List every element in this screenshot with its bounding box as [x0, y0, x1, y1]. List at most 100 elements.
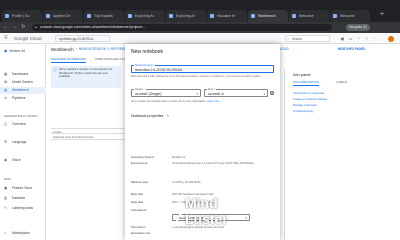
prop-label: Permission — [131, 225, 146, 229]
sidebar-item-language[interactable]: ☰ Language — [0, 139, 46, 146]
gcp-logo[interactable]: Google Cloud — [14, 36, 42, 41]
zone-label: Zone * — [207, 87, 217, 91]
favicon-icon — [251, 14, 255, 18]
favicon-icon — [46, 14, 50, 18]
browser-tab[interactable]: Top Exploits — [84, 10, 124, 22]
sidebar-item-model-garden[interactable]: ✿ Model Garden — [0, 79, 46, 86]
language-icon: ☰ — [4, 140, 8, 144]
filter-bar[interactable]: ≡ Filter — [51, 128, 131, 134]
browser-tab-active[interactable]: Workbench — [248, 10, 288, 22]
prop-label: Subnetwork — [131, 208, 147, 212]
zone-select[interactable]: Zone * us-west1-b ▾ — [204, 87, 268, 97]
prop-label: Data disk — [131, 200, 144, 204]
prop-label: Environment — [131, 161, 148, 165]
vision-icon: ◉ — [4, 158, 8, 162]
browser-tab[interactable]: Exploring Ar — [166, 10, 206, 22]
dataset-icon: ▥ — [4, 196, 8, 200]
favicon-icon — [169, 14, 173, 18]
edit-icon[interactable]: ✎ — [166, 114, 169, 118]
sidebar-item-feature-store[interactable]: ▣ Feature Store — [0, 185, 46, 192]
gcp-header: ≡ Google Cloud synthetic-pg-23-0b701d...… — [0, 33, 400, 44]
more-icon[interactable]: ⋮ — [372, 36, 377, 41]
reload-icon[interactable]: ↻ — [20, 24, 27, 31]
market-icon: ⌂ — [4, 231, 7, 235]
prop-value: 4 vCPUs, 15 GB RAM — [172, 180, 201, 184]
doc-link[interactable]: Manage notebooks — [293, 103, 317, 107]
browser-tab[interactable]: Welcome — [330, 10, 370, 22]
zone-value: us-west1-b — [208, 92, 224, 96]
notebook-name-label: Notebook name * — [134, 63, 156, 67]
doc-link[interactable]: Introduction to notebooks — [293, 91, 324, 95]
sidebar-item-pipelines[interactable]: ⋔ Pipelines — [0, 95, 46, 102]
info-panel-title: Info panel — [293, 72, 311, 77]
label-icon: ✎ — [4, 206, 8, 210]
gift-icon[interactable]: ▣ — [340, 36, 345, 41]
browser-tab[interactable]: Welcome — [289, 10, 329, 22]
info-panel: Info panel DOCUMENTATION LABELS Introduc… — [284, 69, 400, 240]
tab-documentation[interactable]: DOCUMENTATION — [293, 80, 320, 86]
sidebar-item-vision[interactable]: ◉ Vision — [0, 157, 46, 164]
nav-title: ◆ Vertex AI — [4, 48, 26, 53]
side-navigation: ◆ Vertex AI ▦ Dashboard ✿ Model Garden ▤ Wor… — [0, 44, 46, 240]
terminal-icon[interactable]: ▭ — [348, 36, 353, 41]
address-bar: ← → ↻ 🔒︎ console.cloud.google.com/vertex-… — [0, 22, 400, 33]
tab-labels[interactable]: LABELS — [336, 80, 347, 85]
section-heading: GENERATIVE AI STUDIO — [4, 114, 38, 118]
mind-luster-watermark: Mind Luster — [158, 190, 268, 240]
doc-link[interactable]: Troubleshooting — [293, 109, 313, 113]
incognito-badge[interactable]: Incognito (2) — [346, 24, 370, 31]
search-input[interactable]: ⌕ Search — [285, 35, 330, 42]
lightbulb-logo-icon — [158, 196, 184, 230]
store-icon: ▣ — [4, 186, 8, 190]
sidebar-item-dashboard[interactable]: ▦ Dashboard — [0, 71, 46, 78]
prop-value: TensorFlow Enterprise 2.6 (with LTS and … — [172, 161, 255, 165]
prop-label: Estimated cost — [131, 231, 150, 235]
help-icon[interactable]: ? — [270, 91, 274, 95]
section-heading: DATA — [4, 177, 12, 181]
menu-icon[interactable]: ≡ — [4, 35, 8, 42]
sidebar-item-marketplace[interactable]: ⌂ Marketplace — [0, 230, 46, 237]
doc-link[interactable]: Create a notebook instance — [293, 97, 327, 101]
table-header: Notebook name Zone Environment — [51, 135, 131, 140]
avatar[interactable] — [388, 35, 394, 42]
browser-tab[interactable]: Exploring Ar — [125, 10, 165, 22]
browser-tab[interactable]: Profile | Go — [2, 10, 42, 22]
help-icon[interactable]: ? — [364, 36, 369, 41]
browser-tab[interactable]: Applied Ge — [43, 10, 83, 22]
region-label: Region * — [134, 87, 146, 91]
search-icon: ⌕ — [287, 37, 290, 41]
project-selector[interactable]: synthetic-pg-23-0b701d... — [55, 35, 110, 42]
notebook-name-field[interactable]: Notebook name * tensorflow-2-6-20230705-… — [131, 63, 274, 73]
pipeline-icon: ⋔ — [4, 96, 8, 100]
prop-label: Operating System — [131, 155, 155, 159]
workbench-icon: ▤ — [4, 88, 8, 92]
watermark-text: Luster — [185, 211, 228, 227]
vertex-ai-icon: ◆ — [4, 48, 8, 53]
region-select[interactable]: Region * us-west1 (Oregon) ▾ — [131, 87, 201, 97]
favicon-icon — [210, 14, 214, 18]
dialog-title: New notebook — [131, 49, 163, 55]
sidebar-item-overview[interactable]: ◫ Overview — [0, 121, 46, 128]
forward-icon[interactable]: → — [11, 24, 18, 31]
region-value: us-west1 (Oregon) — [135, 92, 162, 96]
garden-icon: ✿ — [4, 80, 8, 84]
notifications-icon[interactable]: ◔ — [356, 36, 361, 41]
prop-label: Machine type — [131, 180, 149, 184]
favicon-icon — [128, 14, 132, 18]
prop-label: Boot disk — [131, 192, 143, 196]
sidebar-item-labeling[interactable]: ✎ Labeling tasks — [0, 205, 46, 212]
browser-tab[interactable]: Visualize th — [207, 10, 247, 22]
hide-info-panel-button[interactable]: HIDE INFO PANEL — [338, 46, 366, 53]
sidebar-item-datasets[interactable]: ▥ Datasets — [0, 195, 46, 202]
prop-value: Debian 11 — [172, 155, 185, 159]
info-icon: ⓘ — [53, 67, 57, 72]
tab-managed-notebooks[interactable]: MANAGED NOTEBOOKS — [51, 56, 87, 63]
new-tab-button[interactable]: + — [380, 11, 384, 19]
page-title: Workbench — [51, 47, 74, 52]
favicon-icon — [292, 14, 296, 18]
notebook-name-help: Must start with a letter followed by up … — [131, 75, 261, 78]
sidebar-item-workbench[interactable]: ▤ Workbench — [0, 87, 46, 94]
learn-more-link[interactable]: Learn more — [207, 100, 220, 103]
back-icon[interactable]: ← — [2, 24, 9, 31]
url-field[interactable]: 🔒︎ console.cloud.google.com/vertex-ai/wor… — [32, 24, 332, 31]
